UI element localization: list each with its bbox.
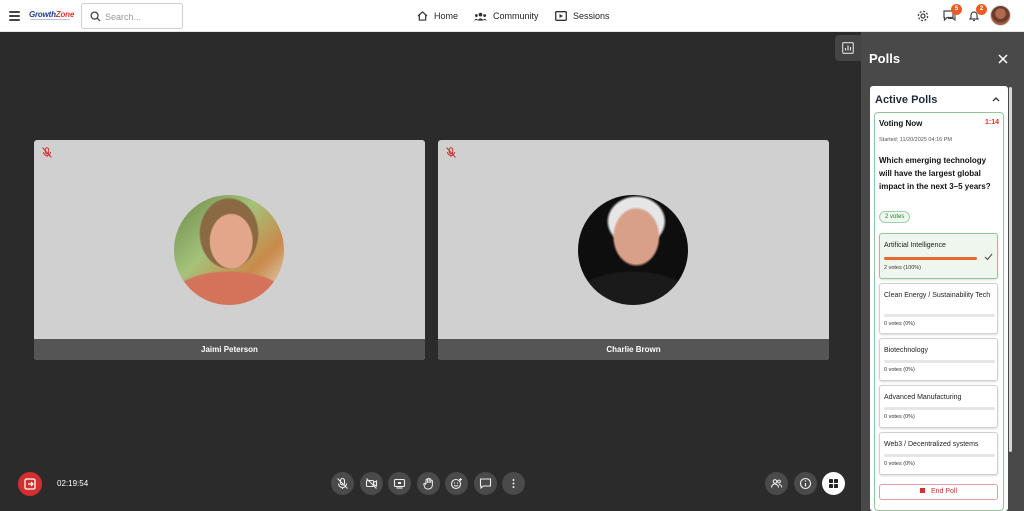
more-options-button[interactable] [502, 472, 525, 495]
participants-button[interactable] [765, 472, 788, 495]
hand-icon [423, 477, 433, 490]
search-box[interactable] [81, 3, 183, 29]
end-poll-button[interactable]: End Poll [879, 484, 998, 500]
close-icon[interactable] [997, 53, 1009, 65]
video-off-icon [365, 478, 378, 489]
mute-mic-button[interactable] [331, 472, 354, 495]
poll-status: Voting Now [879, 119, 923, 128]
exit-icon [24, 478, 36, 490]
sessions-icon [555, 11, 567, 21]
poll-option[interactable]: Clean Energy / Sustainability Tech 0 vot… [879, 283, 998, 334]
logo-tagline-line [30, 19, 70, 20]
chat-button[interactable] [474, 472, 497, 495]
polls-panel: Polls Active Polls Voting Now 1:14 Start… [861, 32, 1024, 511]
menu-icon[interactable] [9, 11, 20, 21]
messages-badge: 5 [951, 4, 962, 15]
participant-tile[interactable]: Jaimi Peterson [34, 140, 425, 360]
active-polls-section: Active Polls Voting Now 1:14 Started: 11… [870, 86, 1008, 511]
poll-option-bar [884, 360, 995, 363]
poll-option[interactable]: Advanced Manufacturing 0 votes (0%) [879, 385, 998, 428]
muted-mic-icon [42, 147, 52, 158]
muted-mic-icon [446, 147, 456, 158]
more-vertical-icon [512, 479, 515, 488]
notifications-badge: 2 [976, 4, 987, 15]
message-icon [479, 478, 492, 490]
poll-option-bar [884, 454, 995, 457]
screen-share-icon [393, 478, 406, 489]
poll-option-votes: 2 votes (100%) [884, 265, 921, 271]
poll-stats-button[interactable] [835, 35, 861, 61]
poll-option-votes: 0 votes (0%) [884, 414, 915, 420]
polls-panel-title: Polls [869, 51, 901, 66]
chevron-up-icon[interactable] [992, 96, 1000, 102]
poll-option-bar [884, 407, 995, 410]
nav-community-label: Community [493, 11, 539, 21]
end-poll-label: End Poll [930, 488, 958, 495]
participant-photo [578, 195, 688, 305]
poll-option-votes: 0 votes (0%) [884, 367, 915, 373]
poll-option-label: Biotechnology [884, 347, 928, 354]
search-icon [90, 11, 101, 22]
notifications-button[interactable]: 2 [968, 4, 987, 23]
poll-countdown: 1:14 [984, 119, 999, 126]
logo-main-text: Growth [29, 10, 56, 19]
top-navigation-bar: GrowthZone Home Community Sessions 5 2 [0, 0, 1024, 32]
poll-option-label: Web3 / Decentralized systems [884, 441, 979, 448]
camera-off-button[interactable] [360, 472, 383, 495]
poll-option-bar [884, 257, 977, 260]
poll-option[interactable]: Artificial Intelligence 2 votes (100%) [879, 233, 998, 279]
poll-option-bar [884, 314, 995, 317]
reactions-button[interactable] [445, 472, 468, 495]
poll-option[interactable]: Biotechnology 0 votes (0%) [879, 338, 998, 381]
session-info-button[interactable] [794, 472, 817, 495]
nav-home-label: Home [434, 11, 459, 21]
poll-option-label: Advanced Manufacturing [884, 394, 962, 401]
nav-sessions-label: Sessions [573, 11, 610, 21]
poll-option-votes: 0 votes (0%) [884, 321, 915, 327]
grid-icon [829, 479, 838, 488]
participant-photo [174, 195, 284, 305]
participant-name: Charlie Brown [438, 339, 829, 360]
activities-button[interactable] [822, 472, 845, 495]
panel-scrollbar[interactable] [1009, 87, 1012, 452]
poll-option-votes: 0 votes (0%) [884, 461, 915, 467]
nav-home-link[interactable]: Home [417, 9, 458, 23]
search-input[interactable] [105, 9, 177, 24]
nav-sessions-link[interactable]: Sessions [555, 9, 610, 23]
logo-accent-text: Zone [55, 10, 75, 19]
people-icon [770, 479, 783, 488]
video-stage: Jaimi Peterson Charlie Brown [0, 32, 860, 511]
growthzone-logo[interactable]: GrowthZone [29, 10, 74, 19]
poll-card: Voting Now 1:14 Started: 11/20/2025 04:1… [874, 112, 1004, 511]
bar-chart-icon [842, 42, 854, 54]
emoji-add-icon [450, 478, 462, 490]
nav-community-link[interactable]: Community [474, 9, 539, 23]
total-votes-badge: 2 votes [879, 211, 911, 223]
poll-started-time: Started: 11/20/2025 04:16 PM [879, 137, 952, 143]
raise-hand-button[interactable] [417, 472, 440, 495]
poll-option-fill [884, 257, 977, 260]
participant-name: Jaimi Peterson [34, 339, 425, 360]
home-icon [417, 11, 428, 21]
session-timer: 02:19:54 [57, 479, 89, 488]
community-icon [474, 12, 487, 21]
user-avatar[interactable] [990, 5, 1011, 26]
active-polls-heading: Active Polls [875, 94, 938, 106]
leave-session-button[interactable] [18, 472, 42, 496]
poll-option[interactable]: Web3 / Decentralized systems 0 votes (0%… [879, 432, 998, 475]
mic-off-icon [337, 477, 348, 489]
info-icon [799, 477, 812, 490]
participant-tile[interactable]: Charlie Brown [438, 140, 829, 360]
gear-icon [917, 10, 929, 22]
poll-option-label: Clean Energy / Sustainability Tech [884, 292, 991, 299]
poll-question: Which emerging technology will have the … [879, 156, 991, 191]
check-icon [984, 253, 993, 261]
messages-button[interactable]: 5 [943, 4, 962, 23]
settings-button[interactable] [917, 9, 931, 23]
stop-icon [919, 488, 925, 493]
share-screen-button[interactable] [388, 472, 411, 495]
poll-option-label: Artificial Intelligence [884, 242, 946, 249]
